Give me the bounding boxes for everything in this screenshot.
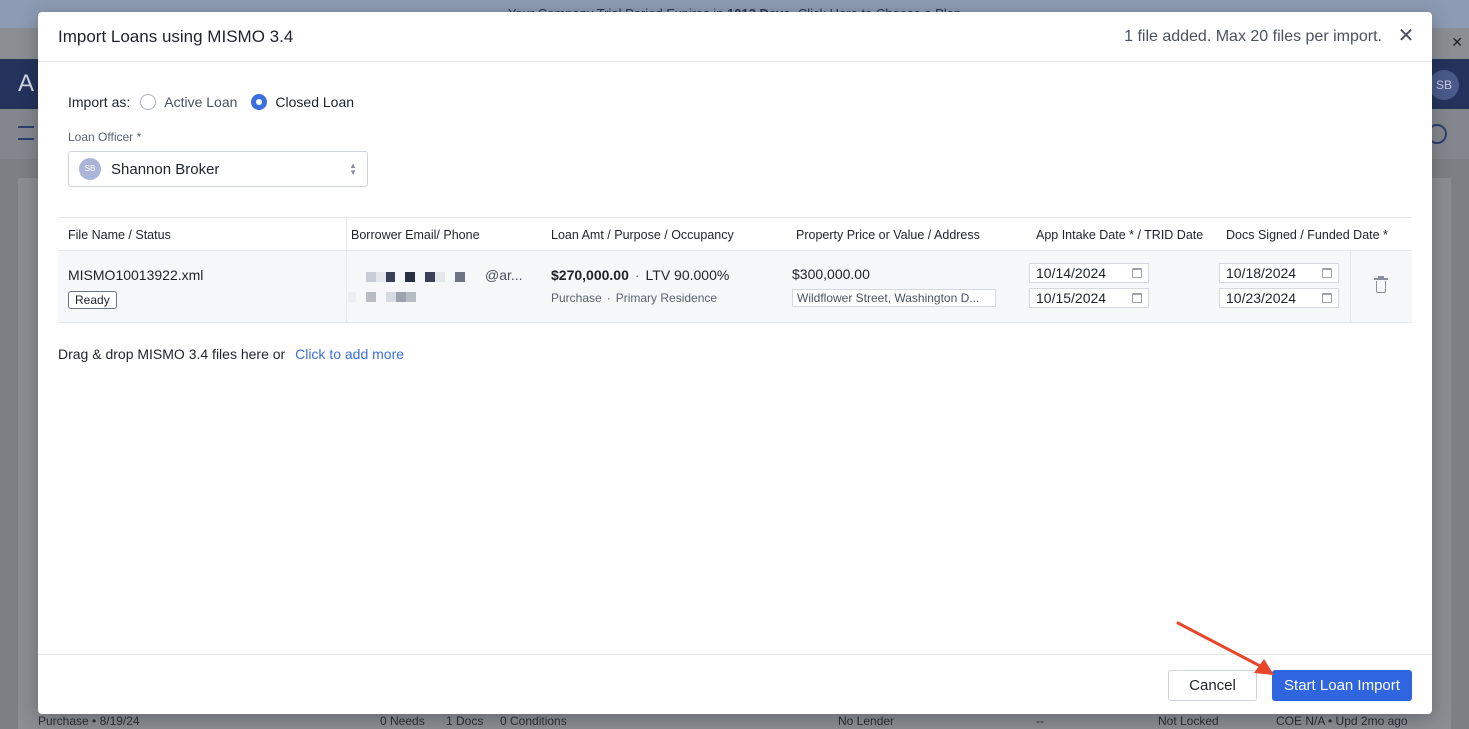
docs-signed-date-input[interactable]: 10/18/2024 xyxy=(1219,263,1339,283)
loan-officer-avatar: SB xyxy=(79,158,101,180)
table-header: File Name / Status Borrower Email/ Phone… xyxy=(58,217,1412,252)
status-badge: Ready xyxy=(68,291,117,309)
banner-close-icon[interactable]: ✕ xyxy=(1451,34,1463,51)
import-as-label: Import as: xyxy=(68,94,131,110)
calendar-icon[interactable] xyxy=(1132,293,1142,303)
property-address-input[interactable]: Wildflower Street, Washington D... xyxy=(792,289,996,307)
header-property: Property Price or Value / Address xyxy=(796,228,980,242)
calendar-icon[interactable] xyxy=(1322,293,1332,303)
import-as-group: Import as: Active Loan Closed Loan xyxy=(68,92,368,112)
cancel-button[interactable]: Cancel xyxy=(1168,670,1257,701)
app-logo: A xyxy=(18,70,35,97)
header-loan-amt: Loan Amt / Purpose / Occupancy xyxy=(551,228,734,242)
import-loans-modal: Import Loans using MISMO 3.4 1 file adde… xyxy=(38,12,1432,714)
loan-officer-select[interactable]: SB Shannon Broker ▲ ▼ xyxy=(68,151,368,187)
radio-closed-loan[interactable]: Closed Loan xyxy=(251,94,354,110)
radio-checked-icon[interactable] xyxy=(251,94,268,110)
table-row: MISMO10013922.xml Ready @ar... $270,000.… xyxy=(58,251,1412,323)
filter-icon[interactable] xyxy=(18,126,34,140)
add-more-link[interactable]: Click to add more xyxy=(295,346,404,362)
borrower-email-redacted xyxy=(366,272,476,282)
borrower-phone-redacted xyxy=(348,292,438,302)
header-docs-signed: Docs Signed / Funded Date * xyxy=(1226,228,1388,242)
calendar-icon[interactable] xyxy=(1322,268,1332,278)
header-file-name: File Name / Status xyxy=(68,228,171,242)
loan-purpose: Purchase · Primary Residence xyxy=(551,291,718,305)
loan-officer-label: Loan Officer * xyxy=(68,130,142,144)
trid-date-input[interactable]: 10/15/2024 xyxy=(1029,288,1149,308)
modal-footer: Cancel Start Loan Import xyxy=(38,654,1432,714)
close-icon[interactable]: ✕ xyxy=(1396,24,1416,48)
file-count-text: 1 file added. Max 20 files per import. xyxy=(1124,28,1382,45)
modal-title: Import Loans using MISMO 3.4 xyxy=(58,27,294,46)
start-loan-import-button[interactable]: Start Loan Import xyxy=(1272,670,1412,701)
calendar-icon[interactable] xyxy=(1132,268,1142,278)
borrower-email: @ar... xyxy=(485,267,523,283)
loan-files-table: File Name / Status Borrower Email/ Phone… xyxy=(58,217,1412,323)
radio-active-loan[interactable]: Active Loan xyxy=(140,94,237,110)
loan-amount: $270,000.00 · LTV 90.000% xyxy=(551,267,730,283)
app-intake-date-input[interactable]: 10/14/2024 xyxy=(1029,263,1149,283)
loan-officer-name: Shannon Broker xyxy=(111,160,220,178)
user-avatar[interactable]: SB xyxy=(1429,70,1459,100)
property-price: $300,000.00 xyxy=(792,266,870,282)
funded-date-input[interactable]: 10/23/2024 xyxy=(1219,288,1339,308)
drop-zone-text: Drag & drop MISMO 3.4 files here or xyxy=(58,346,286,362)
radio-unchecked-icon[interactable] xyxy=(140,94,157,110)
file-name: MISMO10013922.xml xyxy=(68,267,204,283)
header-borrower: Borrower Email/ Phone xyxy=(351,228,480,242)
drop-zone[interactable]: Drag & drop MISMO 3.4 files here or Clic… xyxy=(58,346,404,362)
delete-trash-icon[interactable] xyxy=(1374,276,1388,293)
modal-header: Import Loans using MISMO 3.4 1 file adde… xyxy=(38,12,1432,62)
select-caret-icon: ▲ ▼ xyxy=(349,161,357,177)
header-app-intake: App Intake Date * / TRID Date xyxy=(1036,228,1204,242)
